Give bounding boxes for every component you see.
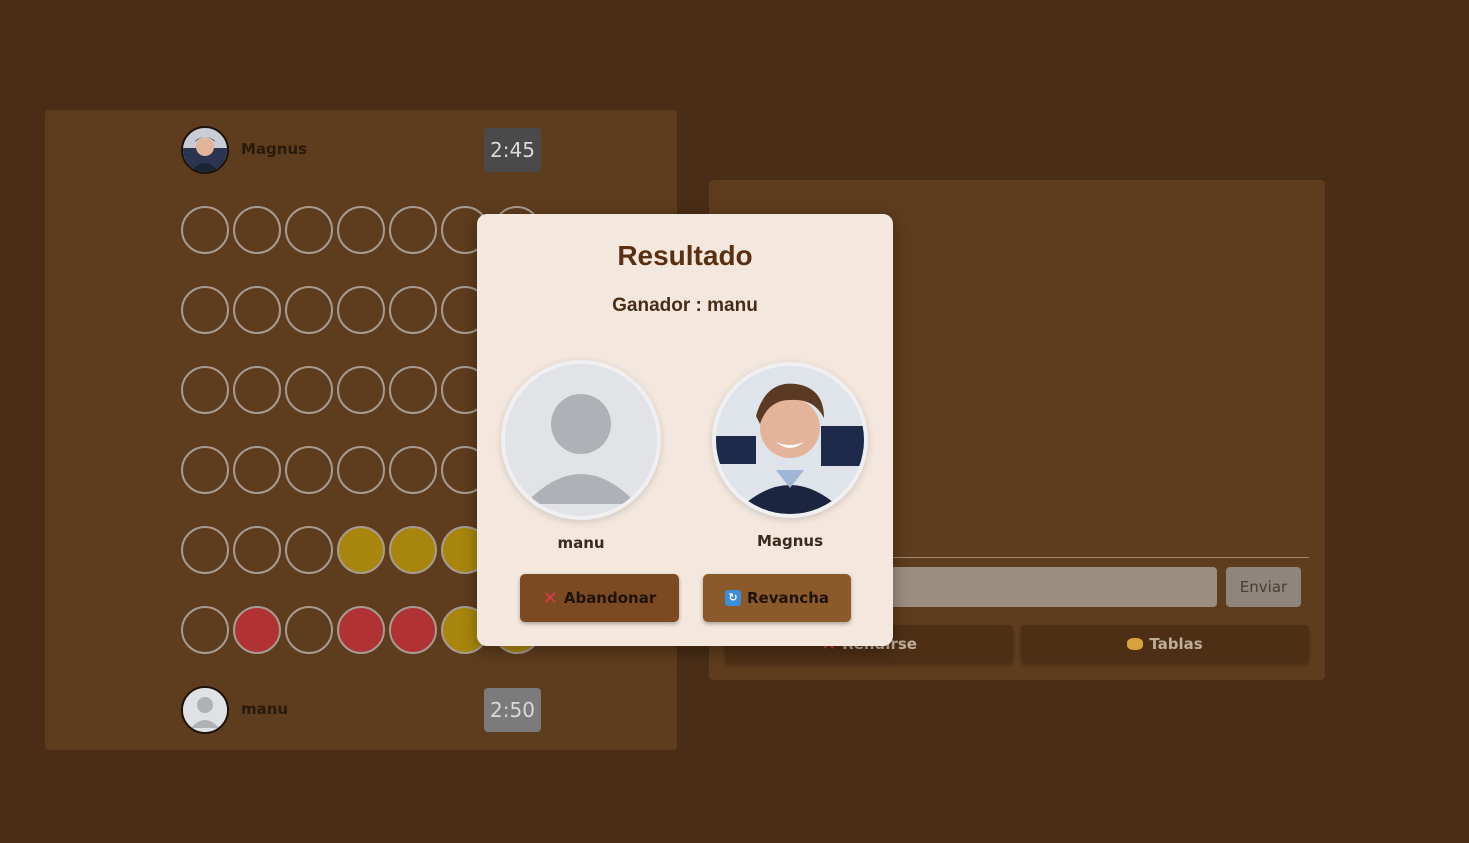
- refresh-icon: ↻: [725, 590, 741, 606]
- magnus-photo-icon: [716, 366, 864, 514]
- close-icon: ✕: [542, 587, 558, 609]
- manu-large-avatar: [501, 360, 661, 520]
- right-player-card: Magnus: [710, 360, 870, 550]
- abandon-button[interactable]: ✕ Abandonar: [520, 574, 679, 622]
- modal-title: Resultado: [617, 240, 753, 271]
- user-placeholder-icon: [505, 364, 657, 516]
- magnus-large-avatar: [712, 362, 868, 518]
- left-player-card: manu: [501, 360, 661, 552]
- rematch-button[interactable]: ↻ Revancha: [703, 574, 851, 622]
- left-player-name: manu: [557, 534, 605, 552]
- winner-text: Ganador : manu: [612, 295, 758, 316]
- right-player-name: Magnus: [756, 532, 824, 550]
- rematch-label: Revancha: [747, 589, 829, 607]
- result-modal: Resultado Ganador : manu manu Magnus ✕ A…: [477, 214, 893, 646]
- abandon-label: Abandonar: [563, 589, 657, 607]
